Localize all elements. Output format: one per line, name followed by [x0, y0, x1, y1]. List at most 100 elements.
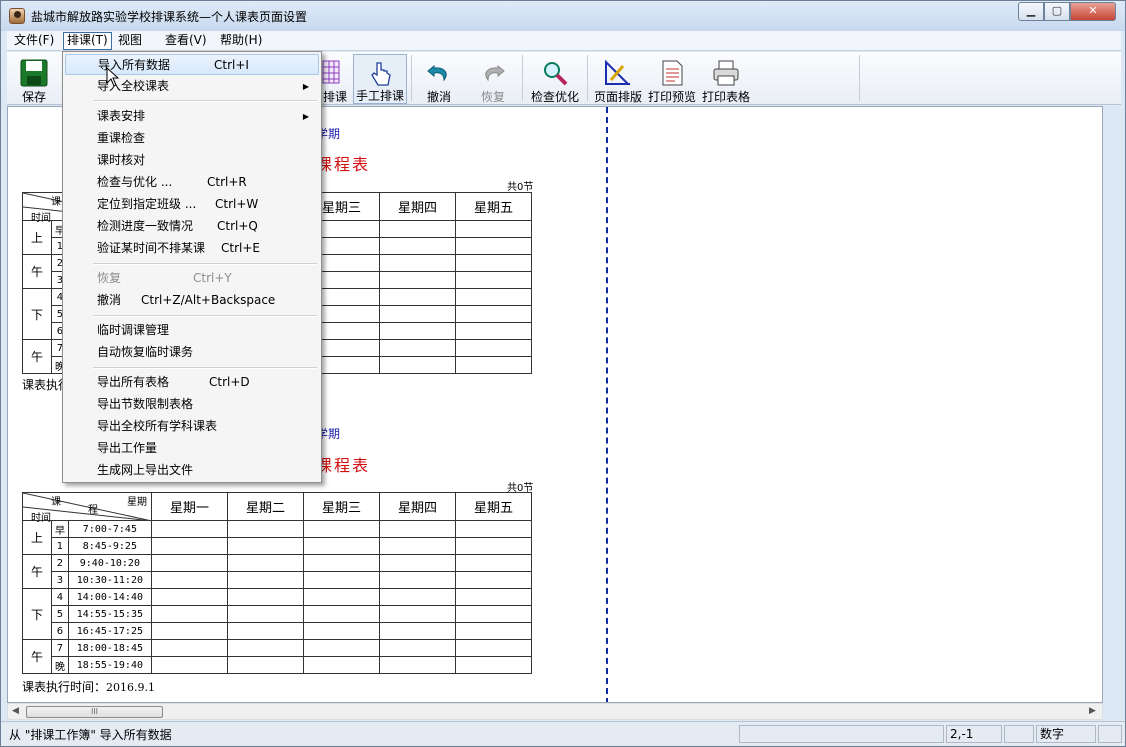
- schedule-cell[interactable]: [151, 537, 228, 555]
- schedule-cell[interactable]: [455, 220, 532, 238]
- schedule-cell[interactable]: [151, 571, 228, 589]
- menu-item-arrange[interactable]: 课表安排 ▶: [65, 106, 319, 127]
- schedule-cell[interactable]: [379, 288, 456, 306]
- menu-query[interactable]: 查看(V): [162, 32, 210, 50]
- schedule-cell[interactable]: [303, 554, 380, 572]
- schedule-cell[interactable]: [379, 322, 456, 340]
- schedule-cell[interactable]: [455, 339, 532, 357]
- schedule-cell[interactable]: [303, 520, 380, 538]
- schedule-cell[interactable]: [303, 605, 380, 623]
- schedule-cell[interactable]: [455, 356, 532, 374]
- schedule-cell[interactable]: [151, 656, 228, 674]
- schedule-cell[interactable]: [227, 588, 304, 606]
- menu-help[interactable]: 帮助(H): [217, 32, 265, 50]
- schedule-cell[interactable]: [227, 520, 304, 538]
- schedule-cell[interactable]: [455, 554, 532, 572]
- schedule-cell[interactable]: [379, 605, 456, 623]
- schedule-cell[interactable]: [379, 237, 456, 255]
- schedule-cell[interactable]: [151, 554, 228, 572]
- schedule-cell[interactable]: [379, 520, 456, 538]
- menu-item-progress-check[interactable]: 检测进度一致情况 Ctrl+Q: [65, 216, 319, 237]
- schedule-cell[interactable]: [455, 639, 532, 657]
- menu-schedule[interactable]: 排课(T): [63, 32, 112, 50]
- schedule-cell[interactable]: [303, 639, 380, 657]
- print-preview-button[interactable]: 打印预览: [645, 54, 699, 104]
- menu-item-period-verify[interactable]: 课时核对: [65, 150, 319, 171]
- schedule-cell[interactable]: [379, 588, 456, 606]
- scroll-left-icon[interactable]: ◀: [12, 706, 19, 716]
- schedule-cell[interactable]: [455, 305, 532, 323]
- menu-item-export-all[interactable]: 导出所有表格 Ctrl+D: [65, 372, 319, 393]
- schedule-cell[interactable]: [379, 271, 456, 289]
- schedule-cell[interactable]: [455, 322, 532, 340]
- menu-item-locate-class[interactable]: 定位到指定班级 ... Ctrl+W: [65, 194, 319, 215]
- horizontal-scrollbar[interactable]: ◀ III ▶: [7, 703, 1103, 720]
- minimize-button[interactable]: ▁: [1018, 2, 1044, 21]
- schedule-cell[interactable]: [379, 220, 456, 238]
- schedule-cell[interactable]: [379, 356, 456, 374]
- redo-button[interactable]: 恢复: [469, 54, 517, 104]
- schedule-cell[interactable]: [227, 605, 304, 623]
- schedule-cell[interactable]: [455, 605, 532, 623]
- schedule-cell[interactable]: [379, 639, 456, 657]
- menu-item-undo[interactable]: 撤消 Ctrl+Z/Alt+Backspace: [65, 290, 319, 311]
- schedule-cell[interactable]: [151, 605, 228, 623]
- schedule-cell[interactable]: [303, 537, 380, 555]
- schedule-cell[interactable]: [455, 537, 532, 555]
- manual-schedule-button[interactable]: 手工排课: [353, 54, 407, 104]
- menu-item-verify-time[interactable]: 验证某时间不排某课 Ctrl+E: [65, 238, 319, 259]
- menu-item-check-optimize[interactable]: 检查与优化 ... Ctrl+R: [65, 172, 319, 193]
- menu-item-export-limits[interactable]: 导出节数限制表格: [65, 394, 319, 415]
- schedule-cell[interactable]: [303, 622, 380, 640]
- schedule-cell[interactable]: [455, 588, 532, 606]
- schedule-cell[interactable]: [151, 622, 228, 640]
- scroll-right-icon[interactable]: ▶: [1089, 706, 1096, 716]
- menu-item-import-school[interactable]: 导入全校课表 ▶: [65, 76, 319, 97]
- schedule-cell[interactable]: [379, 622, 456, 640]
- schedule-cell[interactable]: [151, 520, 228, 538]
- schedule-cell[interactable]: [455, 254, 532, 272]
- schedule-cell[interactable]: [379, 571, 456, 589]
- schedule-cell[interactable]: [227, 656, 304, 674]
- schedule-cell[interactable]: [227, 554, 304, 572]
- menu-item-export-workload[interactable]: 导出工作量: [65, 438, 319, 459]
- menu-item-temp-adjust[interactable]: 临时调课管理: [65, 320, 319, 341]
- menu-item-generate-online[interactable]: 生成网上导出文件: [65, 460, 319, 481]
- schedule-cell[interactable]: [227, 622, 304, 640]
- schedule-cell[interactable]: [379, 254, 456, 272]
- menu-file[interactable]: 文件(F): [11, 32, 57, 50]
- schedule-cell[interactable]: [227, 639, 304, 657]
- horizontal-scroll-thumb[interactable]: III: [26, 706, 163, 718]
- schedule-cell[interactable]: [455, 288, 532, 306]
- schedule-cell[interactable]: [379, 537, 456, 555]
- menu-view[interactable]: 视图: [115, 32, 145, 50]
- print-table-button[interactable]: 打印表格: [699, 54, 753, 104]
- undo-button[interactable]: 撤消: [415, 54, 463, 104]
- page-layout-button[interactable]: 页面排版: [591, 54, 645, 104]
- schedule-cell[interactable]: [455, 271, 532, 289]
- schedule-cell[interactable]: [227, 537, 304, 555]
- schedule-cell[interactable]: [227, 571, 304, 589]
- schedule-cell[interactable]: [379, 554, 456, 572]
- schedule-cell[interactable]: [455, 622, 532, 640]
- schedule-cell[interactable]: [455, 571, 532, 589]
- schedule-cell[interactable]: [455, 237, 532, 255]
- schedule-cell[interactable]: [379, 656, 456, 674]
- close-button[interactable]: ✕: [1070, 2, 1116, 21]
- schedule-cell[interactable]: [151, 639, 228, 657]
- menu-item-duplicate-check[interactable]: 重课检查: [65, 128, 319, 149]
- schedule-cell[interactable]: [303, 588, 380, 606]
- maximize-button[interactable]: ▢: [1044, 2, 1070, 21]
- check-optimize-button[interactable]: 检查优化: [527, 54, 583, 104]
- menu-item-export-subjects[interactable]: 导出全校所有学科课表: [65, 416, 319, 437]
- menu-item-auto-restore[interactable]: 自动恢复临时课务: [65, 342, 319, 363]
- schedule-cell[interactable]: [151, 588, 228, 606]
- save-button[interactable]: 保存: [9, 54, 59, 104]
- schedule-cell[interactable]: [379, 305, 456, 323]
- schedule-cell[interactable]: [379, 339, 456, 357]
- schedule-cell[interactable]: [303, 571, 380, 589]
- schedule-cell[interactable]: [455, 656, 532, 674]
- schedule-cell[interactable]: [303, 656, 380, 674]
- schedule-cell[interactable]: [455, 520, 532, 538]
- menu-item-import-all[interactable]: 导入所有数据 Ctrl+I: [65, 54, 319, 75]
